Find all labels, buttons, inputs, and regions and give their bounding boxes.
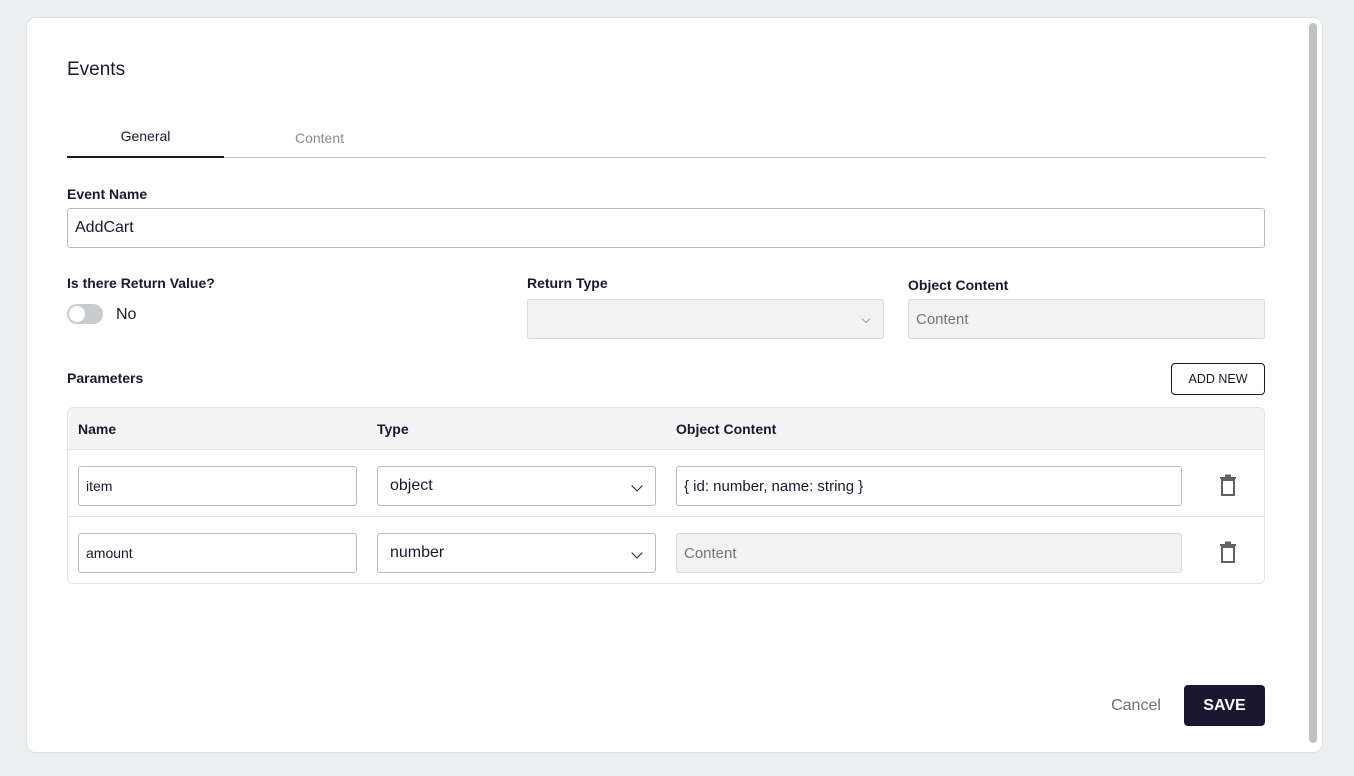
parameter-type-value: object [390, 477, 433, 494]
trash-icon[interactable] [1218, 541, 1238, 563]
chevron-down-icon [861, 314, 871, 324]
parameter-type-select[interactable]: number [377, 533, 656, 573]
column-header-name: Name [78, 421, 117, 437]
parameter-object-content-input[interactable] [676, 466, 1182, 506]
events-dialog: Events General Content Event Name Is the… [26, 17, 1323, 753]
chevron-down-icon [631, 547, 643, 559]
return-value-toggle[interactable] [67, 304, 103, 324]
toggle-knob [69, 306, 85, 322]
return-value-label: Is there Return Value? [67, 275, 215, 291]
cancel-button[interactable]: Cancel [1105, 686, 1167, 726]
object-content-input [908, 299, 1265, 339]
object-content-label: Object Content [908, 277, 1009, 293]
save-button[interactable]: SAVE [1184, 685, 1265, 726]
add-new-button[interactable]: ADD NEW [1171, 363, 1265, 395]
table-row: object [68, 450, 1264, 517]
tab-content-label: Content [294, 130, 345, 146]
parameter-name-input[interactable] [78, 466, 357, 506]
parameter-type-select[interactable]: object [377, 466, 656, 506]
event-name-input[interactable] [67, 208, 1265, 248]
event-name-label: Event Name [67, 186, 148, 202]
parameter-type-value: number [390, 544, 445, 561]
tab-content[interactable]: Content [237, 130, 402, 160]
tab-general[interactable]: General [67, 128, 224, 158]
return-type-select [527, 299, 884, 339]
tab-general-label: General [120, 128, 171, 144]
column-header-type: Type [377, 421, 409, 437]
tab-bar: General Content [67, 128, 1265, 158]
return-type-label: Return Type [527, 275, 608, 291]
parameters-label: Parameters [67, 370, 144, 386]
chevron-down-icon [631, 480, 643, 492]
column-header-object-content: Object Content [676, 421, 777, 437]
dialog-title: Events [67, 59, 126, 80]
table-header: Name Type Object Content [68, 408, 1264, 450]
return-value-toggle-text: No [116, 306, 137, 323]
trash-icon[interactable] [1218, 474, 1238, 496]
parameters-table: Name Type Object Content object number [67, 407, 1265, 584]
parameter-name-input[interactable] [78, 533, 357, 573]
parameter-object-content-input [676, 533, 1182, 573]
dialog-scrollbar[interactable] [1309, 23, 1317, 743]
table-row: number [68, 517, 1264, 583]
